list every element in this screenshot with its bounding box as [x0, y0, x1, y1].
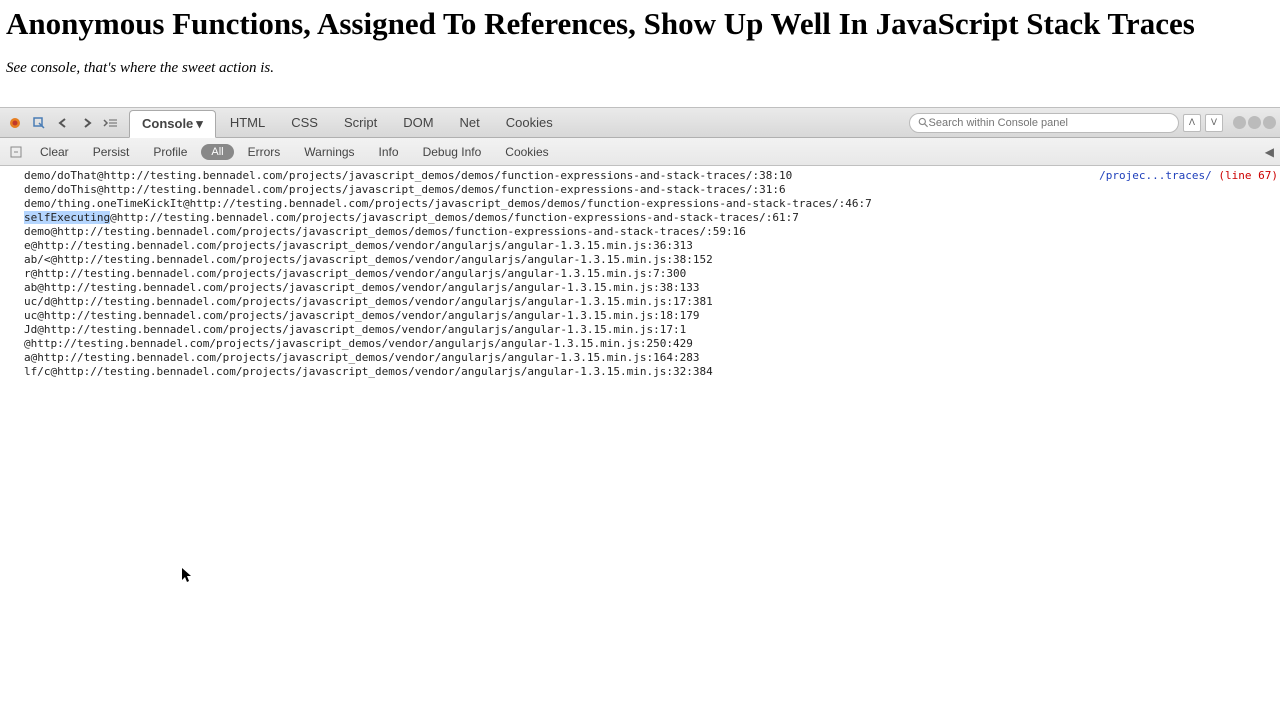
detach-button[interactable]: [1248, 116, 1261, 129]
stack-trace-line: ab/<@http://testing.bennadel.com/project…: [24, 253, 1272, 267]
tab-cookies[interactable]: Cookies: [494, 110, 565, 135]
mouse-cursor-icon: [182, 568, 194, 584]
persist-button[interactable]: Persist: [83, 142, 140, 162]
stack-trace-line: demo/doThat@http://testing.bennadel.com/…: [24, 169, 1272, 183]
source-line: (line 67): [1218, 169, 1278, 182]
page-title: Anonymous Functions, Assigned To Referen…: [6, 6, 1274, 42]
stack-trace-line: demo/thing.oneTimeKickIt@http://testing.…: [24, 197, 1272, 211]
tab-label: Console: [142, 116, 193, 131]
chevron-down-icon: ▾: [196, 116, 203, 132]
stack-trace-line: selfExecuting@http://testing.bennadel.co…: [24, 211, 1272, 225]
tab-css[interactable]: CSS: [279, 110, 330, 135]
tab-html[interactable]: HTML: [218, 110, 277, 135]
firebug-icon[interactable]: [4, 112, 26, 134]
inspect-icon[interactable]: [28, 112, 50, 134]
search-box[interactable]: [909, 113, 1179, 133]
console-output: /projec...traces/ (line 67) demo/doThat@…: [0, 166, 1280, 382]
search-prev-button[interactable]: ᐱ: [1183, 114, 1201, 132]
stack-trace-line: demo@http://testing.bennadel.com/project…: [24, 225, 1272, 239]
stack-trace-line: uc@http://testing.bennadel.com/projects/…: [24, 309, 1272, 323]
search-next-button[interactable]: ᐯ: [1205, 114, 1223, 132]
minimize-button[interactable]: [1233, 116, 1246, 129]
stack-trace-line: e@http://testing.bennadel.com/projects/j…: [24, 239, 1272, 253]
break-on-error-icon[interactable]: [6, 142, 26, 162]
clear-button[interactable]: Clear: [30, 142, 79, 162]
stack-trace-line: ab@http://testing.bennadel.com/projects/…: [24, 281, 1272, 295]
search-icon: [918, 117, 929, 128]
back-button[interactable]: [52, 112, 74, 134]
source-path: /projec...traces/: [1099, 169, 1212, 182]
tab-dom[interactable]: DOM: [391, 110, 445, 135]
source-link[interactable]: /projec...traces/ (line 67): [1099, 169, 1278, 183]
command-line-icon[interactable]: [100, 112, 122, 134]
devtools-panel: Console▾ HTML CSS Script DOM Net Cookies…: [0, 107, 1280, 382]
stack-trace-line: r@http://testing.bennadel.com/projects/j…: [24, 267, 1272, 281]
filter-all[interactable]: All: [201, 144, 233, 160]
devtools-main-toolbar: Console▾ HTML CSS Script DOM Net Cookies…: [0, 108, 1280, 138]
filter-debug-info[interactable]: Debug Info: [413, 142, 492, 162]
forward-button[interactable]: [76, 112, 98, 134]
console-sub-toolbar: Clear Persist Profile All Errors Warning…: [0, 138, 1280, 166]
highlighted-function-name: selfExecuting: [24, 211, 110, 224]
close-button[interactable]: [1263, 116, 1276, 129]
filter-warnings[interactable]: Warnings: [294, 142, 364, 162]
page-subtitle: See console, that's where the sweet acti…: [6, 60, 1274, 77]
tab-console[interactable]: Console▾: [129, 110, 216, 138]
profile-button[interactable]: Profile: [143, 142, 197, 162]
stack-trace-line: a@http://testing.bennadel.com/projects/j…: [24, 351, 1272, 365]
filter-info[interactable]: Info: [369, 142, 409, 162]
devtools-tabs: Console▾ HTML CSS Script DOM Net Cookies: [128, 109, 566, 137]
search-input[interactable]: [929, 117, 1170, 129]
collapse-side-panel-icon[interactable]: ◀: [1265, 145, 1274, 159]
stack-trace-line: uc/d@http://testing.bennadel.com/project…: [24, 295, 1272, 309]
tab-net[interactable]: Net: [448, 110, 492, 135]
filter-errors[interactable]: Errors: [238, 142, 291, 162]
stack-trace-line: lf/c@http://testing.bennadel.com/project…: [24, 365, 1272, 379]
filter-cookies[interactable]: Cookies: [495, 142, 558, 162]
stack-trace-line: Jd@http://testing.bennadel.com/projects/…: [24, 323, 1272, 337]
stack-trace-line: demo/doThis@http://testing.bennadel.com/…: [24, 183, 1272, 197]
tab-script[interactable]: Script: [332, 110, 389, 135]
stack-trace-line: @http://testing.bennadel.com/projects/ja…: [24, 337, 1272, 351]
